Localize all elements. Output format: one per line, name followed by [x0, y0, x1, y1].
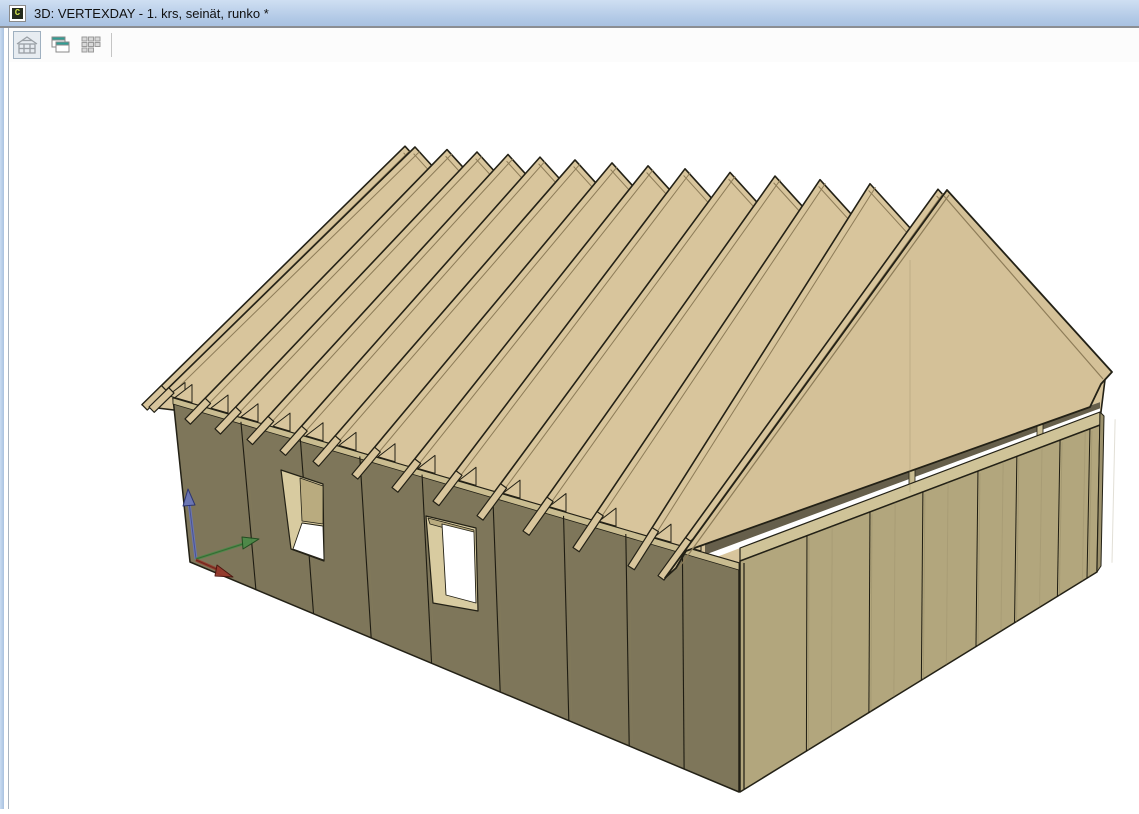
cascade-windows-icon — [48, 35, 70, 55]
window-system-menu-icon[interactable]: C — [9, 5, 26, 22]
toolbar-separator — [111, 33, 112, 57]
toolbar — [9, 28, 1139, 62]
house-frame-icon — [16, 35, 38, 55]
window-title: 3D: VERTEXDAY - 1. krs, seinät, runko * — [34, 6, 269, 21]
house-frame-model — [0, 0, 1139, 809]
tile-grid-icon — [80, 35, 102, 55]
vertex-app-icon: C — [12, 8, 23, 19]
cascade-windows-button[interactable] — [45, 31, 73, 59]
viewport-3d[interactable] — [0, 0, 1139, 809]
tile-windows-button[interactable] — [77, 31, 105, 59]
window-titlebar[interactable]: C 3D: VERTEXDAY - 1. krs, seinät, runko … — [0, 0, 1139, 28]
model-window-button[interactable] — [13, 31, 41, 59]
client-area-edge — [8, 28, 9, 809]
window-left-border — [0, 28, 4, 809]
